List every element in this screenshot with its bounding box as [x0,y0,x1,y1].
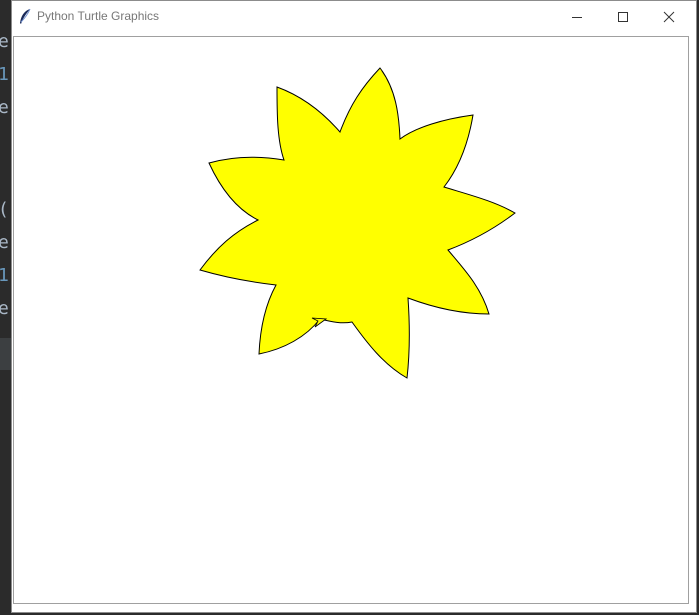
turtle-window: Python Turtle Graphics [11,0,697,613]
minimize-button[interactable] [554,1,600,32]
title-bar[interactable]: Python Turtle Graphics [12,1,696,32]
feather-icon [18,8,32,25]
maximize-icon [618,11,628,22]
maximize-button[interactable] [600,1,646,32]
turtle-canvas[interactable] [13,36,689,604]
drawing-surface [199,67,516,379]
close-button[interactable] [646,1,692,32]
yellow-star-shape [199,67,516,379]
window-title: Python Turtle Graphics [37,9,160,23]
close-icon [663,11,675,22]
minimize-icon [572,16,582,18]
